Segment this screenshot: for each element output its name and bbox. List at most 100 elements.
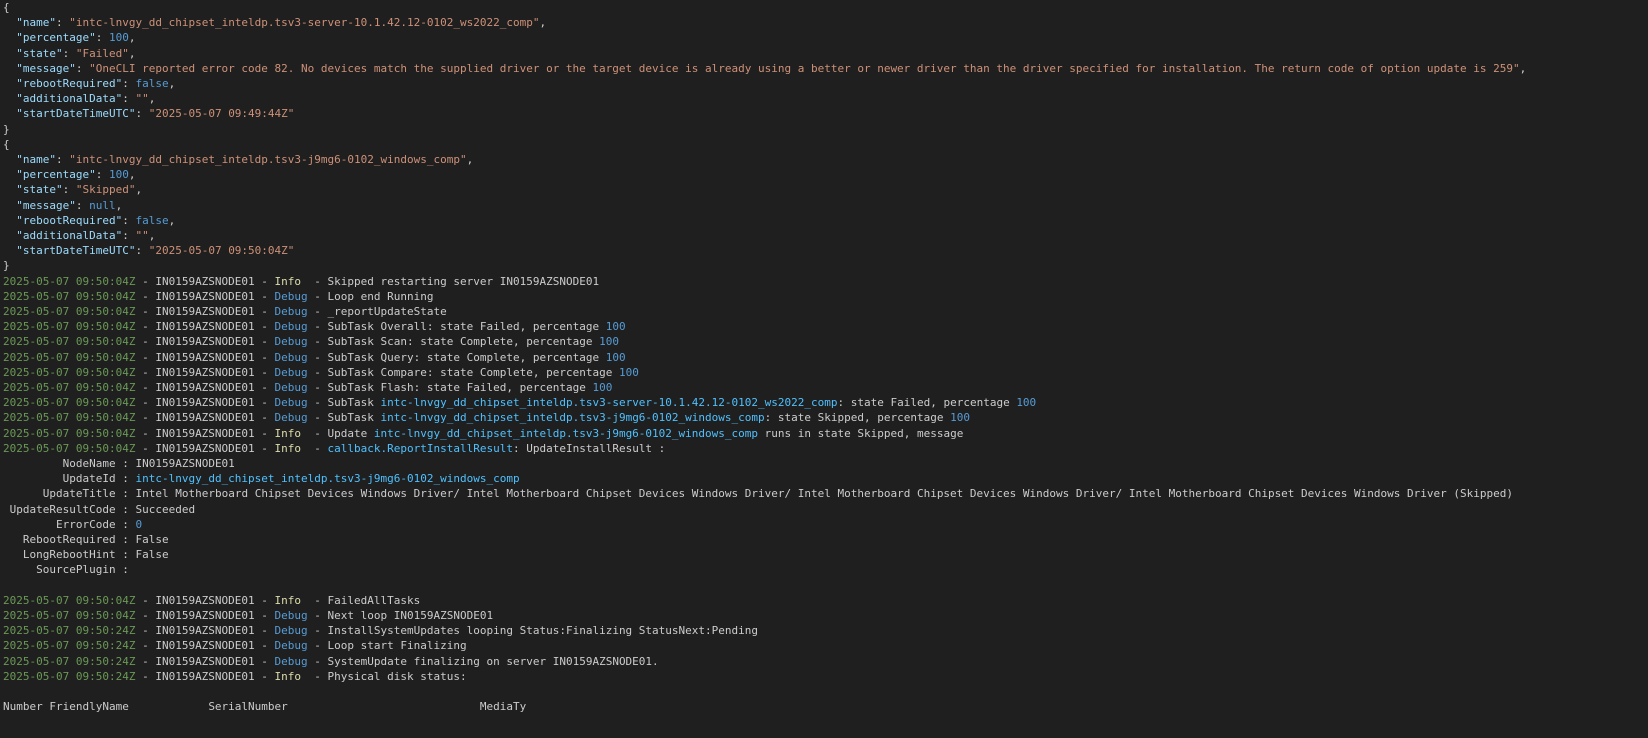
separator: - [135,305,156,318]
log-timestamp: 2025-05-07 09:50:24Z [3,655,136,668]
log-timestamp: 2025-05-07 09:50:04Z [3,411,136,424]
separator: - [254,411,275,424]
separator: - [135,427,156,440]
json-key: "startDateTimeUTC" [16,107,136,120]
log-timestamp: 2025-05-07 09:50:04Z [3,290,136,303]
comma: , [128,31,136,44]
log-level: Debug [274,396,308,409]
log-message-part: intc-lnvgy_dd_chipset_inteldp.tsv3-serve… [380,396,838,409]
comma: , [148,229,156,242]
json-value: "" [135,229,149,242]
brace: } [3,123,10,136]
separator: - [135,411,156,424]
log-timestamp: 2025-05-07 09:50:04Z [3,396,136,409]
json-field: "additionalData": "", [3,228,155,243]
json-field: "message": null, [3,198,122,213]
log-message-part: SubTask Query: state Complete, percentag… [327,351,606,364]
log-line: 2025-05-07 09:50:04Z - IN0159AZSNODE01 -… [3,334,619,349]
property-value: 0 [135,518,143,531]
property-value: Intel Motherboard Chipset Devices Window… [135,487,1513,500]
property-value: IN0159AZSNODE01 [135,457,235,470]
json-key: "percentage" [16,168,96,181]
log-message-part: : state Skipped, percentage [764,411,951,424]
log-level: Debug [274,624,308,637]
json-value: "Failed" [75,47,129,60]
separator: - [135,609,156,622]
separator: - [301,442,328,455]
log-message-part: SubTask Scan: state Complete, percentage [327,335,600,348]
separator: - [254,396,275,409]
separator: - [254,366,275,379]
log-message-part: 100 [618,366,639,379]
separator: - [254,639,275,652]
json-key: "name" [16,16,56,29]
json-key: "rebootRequired" [16,214,123,227]
comma: , [128,168,136,181]
log-node: IN0159AZSNODE01 [155,335,255,348]
log-level: Debug [274,351,308,364]
separator: - [301,427,328,440]
json-value: false [135,77,169,90]
separator: - [135,381,156,394]
log-message-part: SubTask Overall: state Failed, percentag… [327,320,606,333]
property-key: UpdateResultCode [9,503,116,516]
log-node: IN0159AZSNODE01 [155,351,255,364]
colon: : [135,244,149,257]
separator: - [135,351,156,364]
log-timestamp: 2025-05-07 09:50:04Z [3,335,136,348]
log-node: IN0159AZSNODE01 [155,594,255,607]
colon: : [115,503,136,516]
brace: { [3,138,10,151]
comma: , [135,183,143,196]
separator: - [135,396,156,409]
log-timestamp: 2025-05-07 09:50:04Z [3,351,136,364]
colon: : [122,229,136,242]
separator: - [254,320,275,333]
separator: - [307,411,328,424]
json-key: "additionalData" [16,229,123,242]
separator: - [307,320,328,333]
separator: - [254,655,275,668]
property-key: SourcePlugin [36,563,116,576]
colon: : [95,31,109,44]
json-field: "startDateTimeUTC": "2025-05-07 09:50:04… [3,243,294,258]
log-level: Info [274,442,302,455]
log-timestamp: 2025-05-07 09:50:04Z [3,609,136,622]
result-property: UpdateTitle : Intel Motherboard Chipset … [3,486,1513,501]
property-value: Succeeded [135,503,196,516]
log-level: Debug [274,335,308,348]
log-line: 2025-05-07 09:50:04Z - IN0159AZSNODE01 -… [3,410,970,425]
log-line: 2025-05-07 09:50:24Z - IN0159AZSNODE01 -… [3,623,758,638]
property-key: LongRebootHint [22,548,116,561]
separator: - [307,366,328,379]
comma: , [128,47,136,60]
json-field: "rebootRequired": false, [3,76,175,91]
json-value: 100 [108,31,129,44]
separator: - [135,639,156,652]
colon: : [115,472,136,485]
log-message-part: SubTask Flash: state Failed, percentage [327,381,593,394]
log-node: IN0159AZSNODE01 [155,427,255,440]
property-key: RebootRequired [22,533,116,546]
property-value: False [135,533,169,546]
log-level: Debug [274,320,308,333]
log-level: Info [274,670,302,683]
log-message-part: InstallSystemUpdates looping Status:Fina… [327,624,759,637]
separator: - [307,290,328,303]
separator: - [254,351,275,364]
json-value: null [89,199,116,212]
colon: : [115,533,136,546]
separator: - [254,275,275,288]
log-timestamp: 2025-05-07 09:50:24Z [3,670,136,683]
brace: } [3,259,10,272]
terminal-output[interactable]: { "name": "intc-lnvgy_dd_chipset_inteldp… [0,0,1648,738]
json-value: "intc-lnvgy_dd_chipset_inteldp.tsv3-j9mg… [69,153,467,166]
separator: - [301,594,328,607]
